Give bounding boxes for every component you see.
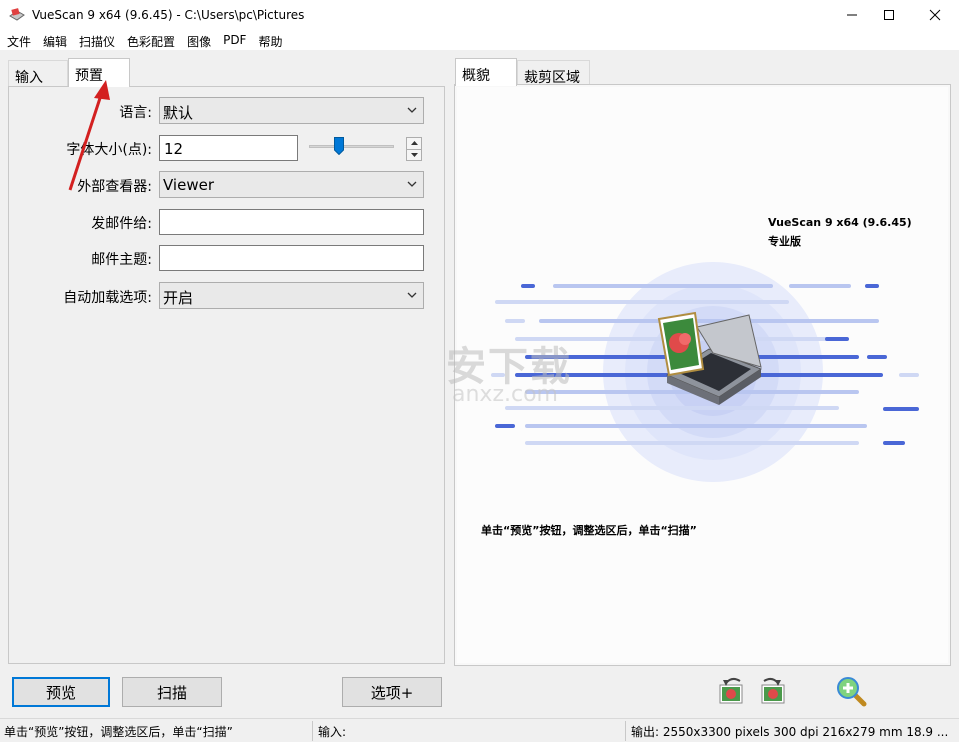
annotation-arrow [68, 80, 110, 191]
scanner-app-icon [9, 8, 25, 21]
language-label: 语言: [119, 105, 152, 121]
zoom-in-icon[interactable] [836, 676, 868, 708]
options-button[interactable]: 选项+ [342, 677, 442, 707]
version-label: VueScan 9 x64 (9.6.45) [768, 216, 912, 229]
language-select[interactable]: 默认 [159, 97, 424, 124]
status-input: 输入: [318, 725, 347, 739]
chevron-down-icon [407, 292, 417, 298]
maximize-button[interactable] [866, 0, 912, 30]
watermark-domain: anxz.com [452, 382, 558, 407]
maximize-icon [884, 10, 894, 20]
font-size-field[interactable]: 12 [159, 135, 298, 161]
status-hint: 单击“预览”按钮，调整选区后，单击“扫描” [4, 725, 233, 739]
status-output: 输出: 2550x3300 pixels 300 dpi 216x279 mm … [631, 725, 949, 739]
chevron-down-icon [407, 181, 417, 187]
mail-to-field[interactable] [159, 209, 424, 235]
close-button[interactable] [912, 0, 958, 30]
mail-to-label: 发邮件给: [91, 216, 152, 232]
preview-button[interactable]: 预览 [12, 677, 110, 707]
menu-image[interactable]: 图像 [180, 30, 216, 50]
menu-color-profile[interactable]: 色彩配置 [120, 30, 180, 50]
menu-bar: 文件 编辑 扫描仪 色彩配置 图像 PDF 帮助 [0, 30, 959, 50]
rotate-left-icon[interactable] [716, 675, 748, 707]
minimize-icon [847, 14, 857, 16]
tab-crop[interactable]: 裁剪区域 [517, 60, 590, 86]
auto-load-select[interactable]: 开启 [159, 282, 424, 309]
close-icon [929, 9, 941, 21]
scan-button[interactable]: 扫描 [122, 677, 222, 707]
rotate-right-icon[interactable] [756, 675, 788, 707]
status-divider [312, 721, 313, 741]
language-value: 默认 [163, 104, 194, 122]
menu-pdf[interactable]: PDF [216, 30, 251, 50]
mail-subject-label: 邮件主题: [91, 252, 152, 268]
mail-subject-field[interactable] [159, 245, 424, 271]
preview-hint: 单击“预览”按钮，调整选区后，单击“扫描” [481, 524, 697, 537]
font-size-stepper[interactable] [406, 137, 422, 161]
caret-down-icon [410, 152, 418, 157]
status-bar: 单击“预览”按钮，调整选区后，单击“扫描” 输入: 输出: 2550x3300 … [0, 718, 959, 742]
tab-input[interactable]: 输入 [8, 60, 68, 86]
menu-edit[interactable]: 编辑 [36, 30, 72, 50]
stepper-down[interactable] [407, 149, 421, 160]
font-size-value: 12 [164, 140, 184, 158]
viewer-select[interactable]: Viewer [159, 171, 424, 198]
edition-label: 专业版 [768, 235, 801, 248]
title-bar: VueScan 9 x64 (9.6.45) - C:\Users\pc\Pic… [0, 0, 959, 30]
viewer-value: Viewer [163, 176, 214, 194]
tab-overview[interactable]: 概貌 [455, 58, 517, 86]
auto-load-value: 开启 [163, 289, 194, 307]
status-divider [625, 721, 626, 741]
caret-up-icon [410, 141, 418, 145]
stepper-up[interactable] [407, 138, 421, 149]
menu-file[interactable]: 文件 [0, 30, 36, 50]
font-size-slider-thumb[interactable] [333, 137, 344, 155]
menu-help[interactable]: 帮助 [251, 30, 287, 50]
chevron-down-icon [407, 107, 417, 113]
menu-scanner[interactable]: 扫描仪 [72, 30, 120, 50]
window-title: VueScan 9 x64 (9.6.45) - C:\Users\pc\Pic… [32, 8, 305, 22]
font-size-slider-track[interactable] [309, 145, 394, 148]
auto-load-label: 自动加载选项: [63, 290, 152, 306]
